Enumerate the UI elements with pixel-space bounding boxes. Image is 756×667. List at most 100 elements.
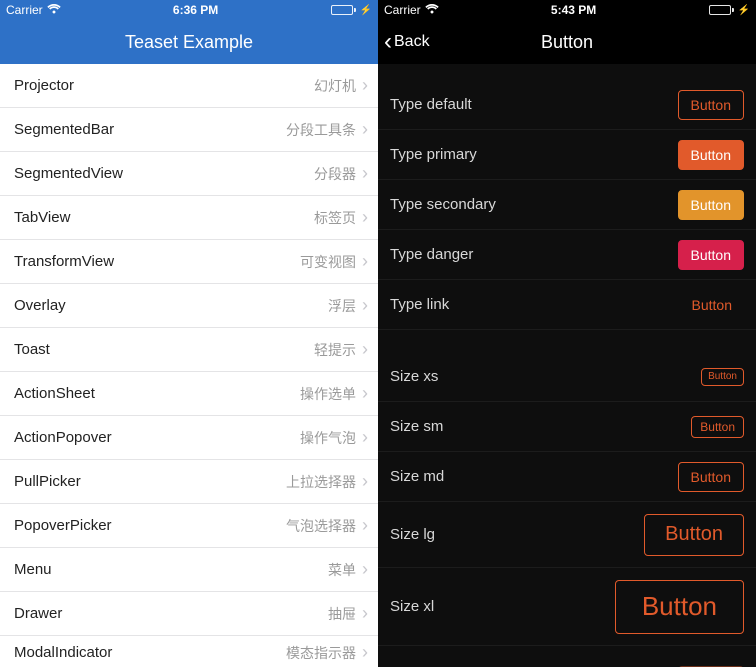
row-label: Size xs [390,368,438,385]
type-row: Type defaultButton [378,80,756,130]
row-name: ActionPopover [14,429,112,446]
list-row[interactable]: PopoverPicker 气泡选择器 › [0,504,378,548]
size-row: Size xs Button [378,352,756,402]
size-row: Size sm Button [378,402,756,452]
row-label: Size sm [390,418,443,435]
back-label: Back [394,33,430,51]
list-row[interactable]: ActionSheet 操作选单 › [0,372,378,416]
size-row: Size xl Button [378,568,756,646]
back-button[interactable]: ‹ Back [384,30,430,54]
list-row[interactable]: ActionPopover 操作气泡 › [0,416,378,460]
size-row: Size lg Button [378,502,756,568]
battery-icon [331,5,356,15]
demo-button-primary[interactable]: Button [678,140,744,170]
chevron-right-icon: › [362,251,368,272]
carrier-label: Carrier [6,3,43,17]
row-detail: 抽屉 [328,604,356,624]
row-name: PopoverPicker [14,517,112,534]
demo-button-default[interactable]: Button [678,90,744,120]
row-detail: 操作选单 [300,384,356,404]
demo-button-size-xs[interactable]: Button [701,368,744,386]
row-label: Type primary [390,146,477,163]
chevron-right-icon: › [362,75,368,96]
status-time: 6:36 PM [173,3,218,17]
list-row[interactable]: Projector 幻灯机 › [0,64,378,108]
demo-button-secondary[interactable]: Button [678,190,744,220]
row-detail: 模态指示器 [286,643,356,663]
chevron-right-icon: › [362,207,368,228]
list-row[interactable]: Toast轻提示› [0,328,378,372]
row-name: Overlay [14,297,66,314]
row-name: Projector [14,77,74,94]
chevron-right-icon: › [362,339,368,360]
list-row[interactable]: ModalIndicator 模态指示器 › [0,636,378,667]
row-name: Toast [14,341,50,358]
chevron-right-icon: › [362,295,368,316]
row-name: TabView [14,209,70,226]
row-name: SegmentedBar [14,121,114,138]
button-demo-list[interactable]: Type defaultButtonType primaryButtonType… [378,64,756,667]
row-detail: 操作气泡 [300,428,356,448]
chevron-right-icon: › [362,427,368,448]
row-name: PullPicker [14,473,81,490]
nav-title: Button [541,32,593,53]
row-label: Type link [390,296,449,313]
chevron-right-icon: › [362,471,368,492]
list-row[interactable]: Overlay 浮层 › [0,284,378,328]
row-detail: 标签页 [314,208,356,228]
chevron-left-icon: ‹ [384,30,392,54]
type-row: Type secondary Button [378,180,756,230]
row-name: ModalIndicator [14,644,112,661]
row-label: Size lg [390,526,435,543]
list-row[interactable]: TabView 标签页 › [0,196,378,240]
chevron-right-icon: › [362,515,368,536]
chevron-right-icon: › [362,119,368,140]
chevron-right-icon: › [362,603,368,624]
nav-title: Teaset Example [125,32,253,53]
status-bar-left: Carrier 6:36 PM ⚡ [0,0,378,20]
demo-button-size-md[interactable]: Button [678,462,744,492]
row-label: Size xl [390,598,434,615]
chevron-right-icon: › [362,383,368,404]
type-row: Type link Button [378,280,756,330]
charging-icon: ⚡ [738,5,750,16]
row-detail: 幻灯机 [314,76,356,96]
row-detail: 分段工具条 [286,120,356,140]
row-label: Type danger [390,246,473,263]
row-name: TransformView [14,253,114,270]
battery-icon [709,5,734,15]
list-row[interactable]: PullPicker上拉选择器› [0,460,378,504]
list-row[interactable]: SegmentedView分段器› [0,152,378,196]
row-detail: 分段器 [314,164,356,184]
row-detail: 气泡选择器 [286,516,356,536]
status-bar-right: Carrier 5:43 PM ⚡ [378,0,756,20]
row-name: ActionSheet [14,385,95,402]
chevron-right-icon: › [362,559,368,580]
screen-left: Carrier 6:36 PM ⚡ Teaset Example Project… [0,0,378,667]
example-list[interactable]: Projector幻灯机›SegmentedBar分段工具条›Segmented… [0,64,378,667]
row-name: Menu [14,561,52,578]
size-row: Size md Button [378,452,756,502]
chevron-right-icon: › [362,642,368,663]
nav-bar-left: Teaset Example [0,20,378,64]
type-row: Type danger Button [378,230,756,280]
carrier-label: Carrier [384,3,421,17]
row-detail: 浮层 [328,296,356,316]
demo-button-size-lg[interactable]: Button [644,514,744,556]
row-label: Size md [390,468,444,485]
list-row[interactable]: TransformView可变视图› [0,240,378,284]
charging-icon: ⚡ [360,5,372,16]
screen-right: Carrier 5:43 PM ⚡ ‹ Back Button Type def… [378,0,756,667]
row-name: Drawer [14,605,62,622]
wifi-icon [425,3,439,17]
list-row[interactable]: Drawer 抽屉 › [0,592,378,636]
demo-button-danger[interactable]: Button [678,240,744,270]
demo-button-size-xl[interactable]: Button [615,580,744,634]
row-label: Type secondary [390,196,496,213]
list-row[interactable]: SegmentedBar 分段工具条 › [0,108,378,152]
chevron-right-icon: › [362,163,368,184]
demo-button-link[interactable]: Button [680,290,744,320]
row-detail: 菜单 [328,560,356,580]
demo-button-size-sm[interactable]: Button [691,416,744,438]
list-row[interactable]: Menu 菜单 › [0,548,378,592]
